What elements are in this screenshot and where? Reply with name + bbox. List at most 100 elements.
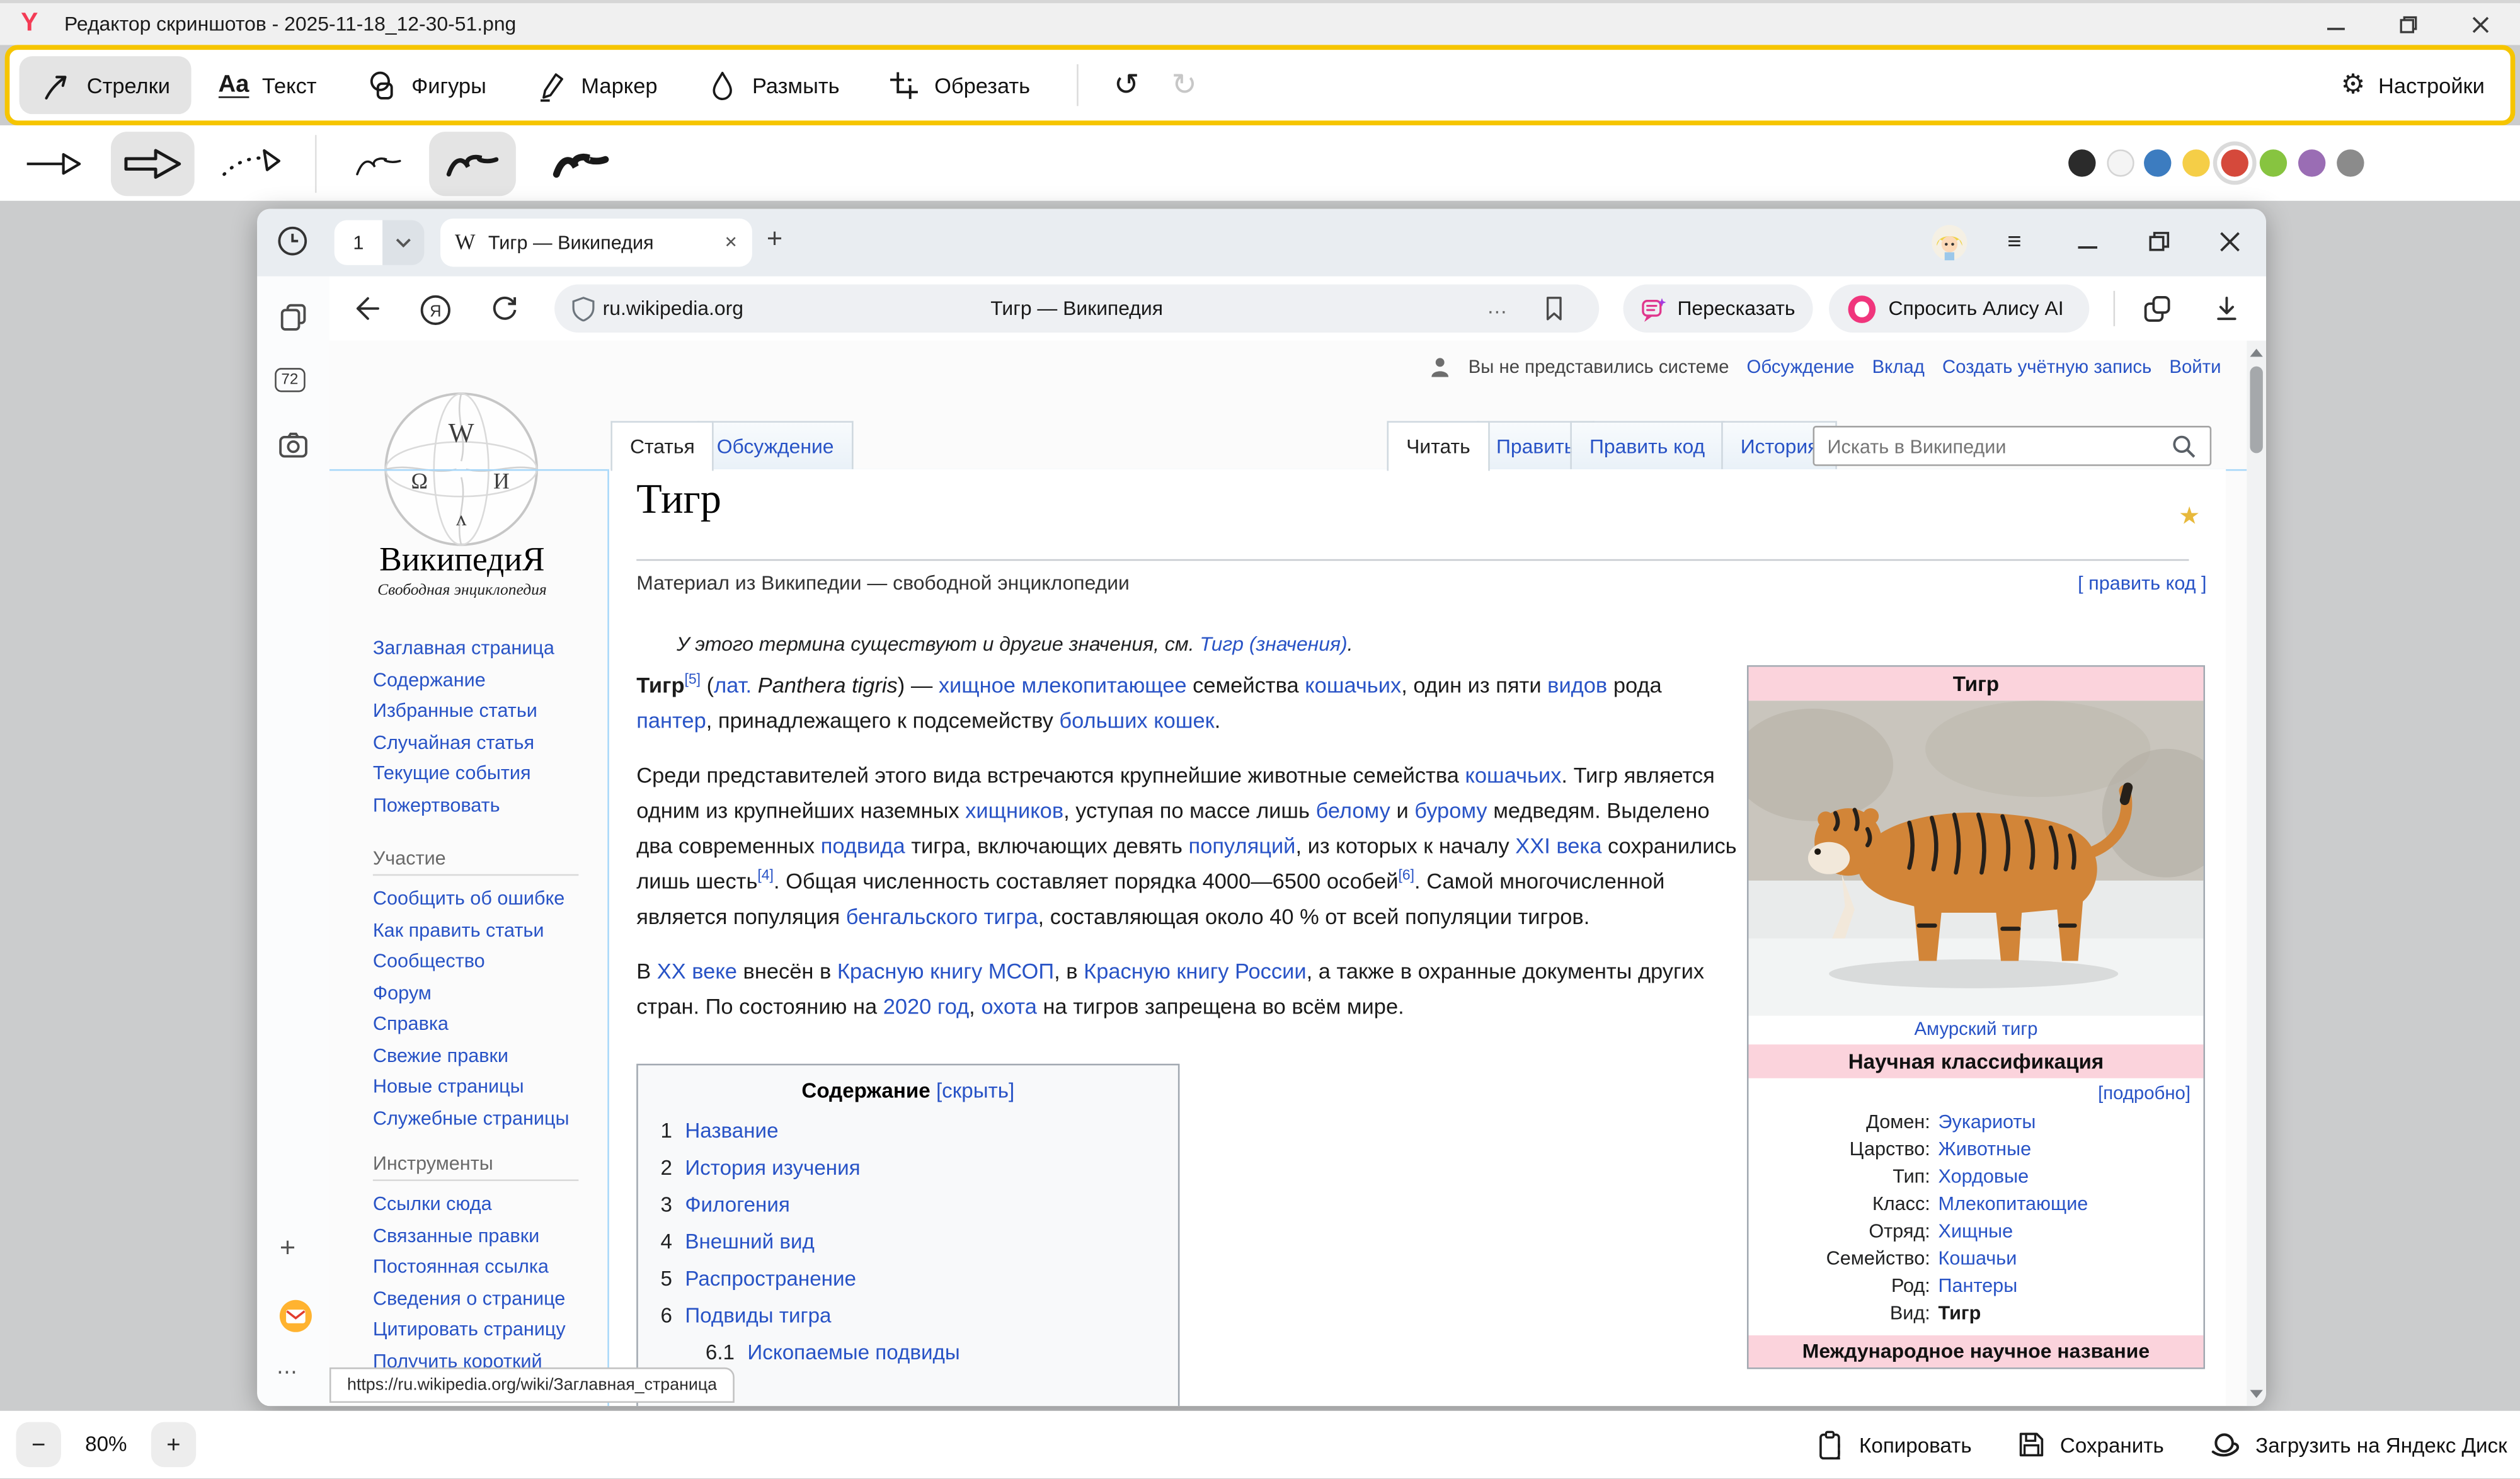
tool-text-button[interactable]: Aa Текст bbox=[197, 56, 337, 114]
sidebar-link[interactable]: Сообщество bbox=[373, 947, 570, 978]
undo-button[interactable]: ↺ bbox=[1097, 67, 1155, 103]
scroll-up-icon[interactable] bbox=[2250, 349, 2262, 357]
tab-group-pill[interactable]: 1 bbox=[335, 220, 425, 265]
browser-menu-icon[interactable]: ≡ bbox=[2007, 228, 2021, 255]
sidebar-link[interactable]: Содержание bbox=[373, 665, 554, 696]
more-dots-icon[interactable]: … bbox=[1487, 294, 1509, 318]
settings-button[interactable]: ⚙ Настройки bbox=[2331, 69, 2494, 101]
browser-tab-active[interactable]: W Тигр — Википедия ✕ bbox=[440, 219, 752, 267]
stroke-thin-button[interactable] bbox=[344, 132, 415, 196]
sidebar-link[interactable]: Случайная статья bbox=[373, 727, 554, 758]
toc-item[interactable]: 3Филогения bbox=[638, 1186, 1178, 1223]
tab-count-badge[interactable]: 72 bbox=[275, 368, 304, 392]
sidebar-link[interactable]: Свежие правки bbox=[373, 1041, 570, 1072]
save-button[interactable]: Сохранить bbox=[2017, 1430, 2164, 1459]
color-purple-swatch[interactable] bbox=[2298, 149, 2325, 176]
tiger-photo[interactable] bbox=[1749, 700, 2204, 1015]
search-icon[interactable] bbox=[2171, 434, 2197, 460]
sidebar-link[interactable]: Сведения о странице bbox=[373, 1283, 566, 1315]
image-caption[interactable]: Амурский тигр bbox=[1749, 1015, 2204, 1044]
details-link[interactable]: [подробно] bbox=[1749, 1078, 2204, 1109]
rail-more-icon[interactable]: ⋯ bbox=[277, 1359, 299, 1385]
scroll-down-icon[interactable] bbox=[2250, 1390, 2262, 1398]
stroke-medium-button[interactable] bbox=[429, 132, 516, 196]
ask-alice-button[interactable]: Спросить Алису AI bbox=[1829, 285, 2089, 333]
toc-item[interactable]: 2История изучения bbox=[638, 1149, 1178, 1186]
screenshot-camera-icon[interactable] bbox=[278, 431, 308, 460]
retell-button[interactable]: Пересказать bbox=[1624, 285, 1813, 333]
close-button[interactable] bbox=[2444, 3, 2517, 45]
tool-crop-button[interactable]: Обрезать bbox=[867, 56, 1051, 114]
sidebar-link[interactable]: Форум bbox=[373, 978, 570, 1009]
tab-close-icon[interactable]: ✕ bbox=[724, 234, 738, 251]
zoom-out-button[interactable]: − bbox=[16, 1422, 61, 1467]
yandex-search-icon[interactable]: Я bbox=[420, 294, 452, 326]
toc-item[interactable]: 5Распространение bbox=[638, 1260, 1178, 1297]
stroke-thick-button[interactable] bbox=[542, 132, 619, 196]
color-blue-swatch[interactable] bbox=[2144, 149, 2171, 176]
featured-star-icon[interactable]: ★ bbox=[2179, 501, 2200, 530]
personal-link[interactable]: Вклад bbox=[1872, 358, 1925, 377]
search-input[interactable] bbox=[1813, 426, 2212, 466]
sidebar-link[interactable]: Избранные статьи bbox=[373, 696, 554, 728]
alice-avatar[interactable] bbox=[1930, 224, 1969, 262]
tool-arrows-button[interactable]: Стрелки bbox=[20, 56, 192, 114]
sidebar-link[interactable]: Постоянная ссылка bbox=[373, 1252, 566, 1283]
download-icon[interactable] bbox=[2213, 294, 2240, 323]
reload-icon[interactable] bbox=[490, 294, 519, 323]
personal-link[interactable]: Создать учётную запись bbox=[1942, 358, 2151, 377]
rail-add-button[interactable]: + bbox=[280, 1233, 295, 1265]
sidebar-link[interactable]: Заглавная страница bbox=[373, 633, 554, 665]
tab-article[interactable]: Статья bbox=[610, 421, 714, 471]
sidebar-link[interactable]: Новые страницы bbox=[373, 1072, 570, 1104]
back-icon[interactable] bbox=[352, 294, 381, 323]
color-green-swatch[interactable] bbox=[2260, 149, 2287, 176]
editor-canvas[interactable]: 1 W Тигр — Википедия ✕ + ≡ Я bbox=[0, 201, 2520, 1411]
tab-edit-code[interactable]: Править код bbox=[1570, 421, 1724, 469]
arrow-style-dotted-button[interactable] bbox=[214, 132, 290, 196]
history-clock-icon[interactable] bbox=[277, 225, 309, 257]
sidebar-link[interactable]: Связанные правки bbox=[373, 1220, 566, 1252]
browser-minimize-button[interactable] bbox=[2078, 225, 2097, 257]
color-red-swatch-selected[interactable] bbox=[2221, 149, 2248, 176]
browser-restore-button[interactable] bbox=[2149, 231, 2170, 252]
toc-item[interactable]: 6.1Ископаемые подвиды bbox=[638, 1333, 1178, 1371]
copy-button[interactable]: Копировать bbox=[1816, 1429, 1971, 1459]
wikipedia-wordmark[interactable]: ВикипедиЯ bbox=[329, 540, 595, 580]
bookmark-flag-icon[interactable] bbox=[1541, 294, 1567, 323]
minimize-button[interactable] bbox=[2300, 3, 2373, 45]
arrow-style-plain-button[interactable] bbox=[20, 132, 90, 196]
sidebar-link[interactable]: Пожертвовать bbox=[373, 790, 554, 821]
page-scrollbar[interactable] bbox=[2247, 341, 2266, 1406]
tab-read[interactable]: Читать bbox=[1387, 421, 1490, 471]
sidebar-link[interactable]: Служебные страницы bbox=[373, 1103, 570, 1134]
color-gray-swatch[interactable] bbox=[2337, 149, 2364, 176]
color-white-swatch[interactable] bbox=[2107, 149, 2134, 176]
color-yellow-swatch[interactable] bbox=[2182, 149, 2209, 176]
sidebar-link[interactable]: Как править статьи bbox=[373, 915, 570, 947]
personal-link[interactable]: Войти bbox=[2169, 358, 2221, 377]
arrow-style-bold-button[interactable] bbox=[111, 132, 195, 196]
toc-hide-link[interactable]: [скрыть] bbox=[936, 1078, 1014, 1102]
zoom-in-button[interactable]: + bbox=[151, 1422, 196, 1467]
address-bar[interactable]: ru.wikipedia.org Тигр — Википедия … bbox=[554, 285, 1599, 333]
collections-tag-icon[interactable] bbox=[2143, 294, 2173, 324]
color-black-swatch[interactable] bbox=[2068, 149, 2095, 176]
tab-discussion[interactable]: Обсуждение bbox=[697, 421, 853, 469]
sidebar-link[interactable]: Ссылки сюда bbox=[373, 1189, 566, 1221]
classification-header[interactable]: Научная классификация bbox=[1749, 1044, 2204, 1078]
yandex-mail-icon[interactable] bbox=[278, 1298, 313, 1333]
toc-item[interactable]: 4Внешний вид bbox=[638, 1223, 1178, 1260]
toc-item[interactable]: 6Подвиды тигра bbox=[638, 1297, 1178, 1334]
toc-item[interactable]: 1Название bbox=[638, 1112, 1178, 1149]
sidebar-link[interactable]: Цитировать страницу bbox=[373, 1315, 566, 1346]
new-tab-button[interactable]: + bbox=[767, 224, 782, 256]
sidebar-link[interactable]: Сообщить об ошибке bbox=[373, 884, 570, 915]
sidebar-link[interactable]: Текущие события bbox=[373, 758, 554, 790]
sidebar-link[interactable]: Справка bbox=[373, 1009, 570, 1041]
chevron-down-icon[interactable] bbox=[382, 220, 424, 265]
scrollbar-thumb[interactable] bbox=[2250, 367, 2262, 454]
personal-link[interactable]: Обсуждение bbox=[1747, 358, 1855, 377]
browser-close-button[interactable] bbox=[2219, 231, 2240, 252]
upload-yandex-disk-button[interactable]: Загрузить на Яндекс Диск bbox=[2209, 1429, 2507, 1461]
